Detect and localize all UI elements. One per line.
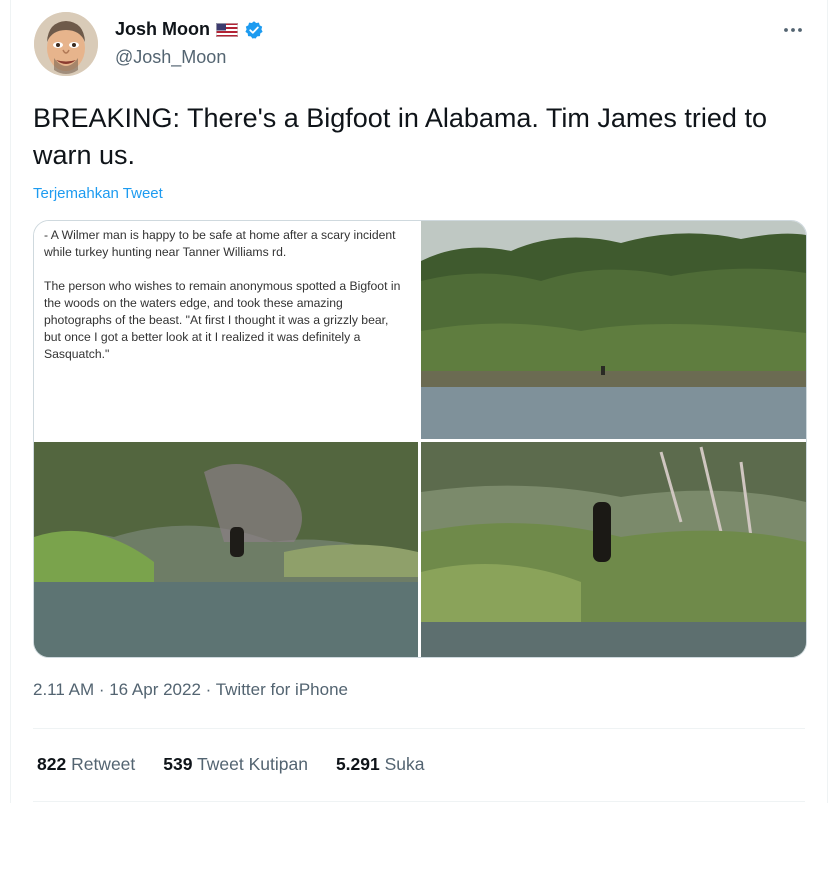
retweets-count: 822	[37, 754, 67, 774]
avatar-caricature-image	[34, 12, 98, 76]
divider	[33, 801, 805, 802]
media-photo-bigfoot-walking[interactable]	[421, 442, 806, 657]
media-photo-bigfoot-water[interactable]	[34, 442, 418, 657]
likes-label: Suka	[384, 754, 425, 774]
article-text: - A Wilmer man is happy to be safe at ho…	[44, 227, 406, 380]
author-name[interactable]: Josh Moon	[115, 19, 210, 40]
divider	[33, 728, 805, 729]
tweet-text: BREAKING: There's a Bigfoot in Alabama. …	[33, 103, 767, 170]
quote-tweets-stat[interactable]: 539 Tweet Kutipan	[163, 754, 308, 775]
retweets-label: Retweet	[71, 754, 136, 774]
tweet-timestamp[interactable]: 2.11 AM · 16 Apr 2022 · Twitter for iPho…	[33, 680, 348, 700]
bigfoot-water-photo-image	[34, 442, 418, 657]
media-article-text-image[interactable]: - A Wilmer man is happy to be safe at ho…	[34, 221, 418, 439]
retweets-stat[interactable]: 822 Retweet	[37, 754, 135, 775]
more-options-icon[interactable]	[779, 16, 807, 44]
media-grid: - A Wilmer man is happy to be safe at ho…	[33, 220, 807, 658]
author-name-row: Josh Moon	[115, 19, 264, 40]
quotes-label: Tweet Kutipan	[197, 754, 308, 774]
media-photo-shoreline[interactable]	[421, 221, 806, 439]
avatar[interactable]	[34, 12, 98, 76]
likes-stat[interactable]: 5.291 Suka	[336, 754, 425, 775]
translate-tweet-link[interactable]: Terjemahkan Tweet	[33, 185, 163, 202]
us-flag-icon	[216, 22, 238, 37]
engagement-stats: 822 Retweet 539 Tweet Kutipan 5.291 Suka	[37, 754, 425, 775]
quotes-count: 539	[163, 754, 193, 774]
bigfoot-walking-photo-image	[421, 442, 806, 657]
likes-count: 5.291	[335, 754, 380, 774]
author-handle[interactable]: @Josh_Moon	[115, 47, 226, 68]
verified-badge-icon	[245, 20, 263, 39]
article-paragraph-1: - A Wilmer man is happy to be safe at ho…	[44, 228, 396, 259]
tweet-card: Josh Moon @Josh_Moon BREAKING: There's a…	[10, 0, 828, 803]
shoreline-photo-image	[421, 221, 806, 439]
article-paragraph-2: The person who wishes to remain anonymou…	[44, 279, 401, 361]
